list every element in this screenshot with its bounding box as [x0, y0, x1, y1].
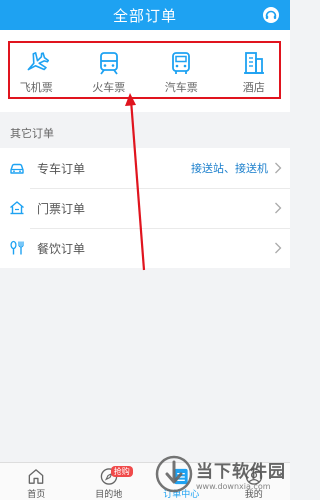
tab-destination[interactable]: 抢购 目的地: [73, 463, 146, 500]
tab-label: 首页: [27, 490, 46, 500]
downxia-logo-icon: [155, 455, 193, 493]
tab-home[interactable]: 首页: [0, 463, 73, 500]
site-watermark: 当下软件园 www.downxia.com: [154, 454, 286, 494]
home-icon: [28, 469, 44, 484]
watermark-url: www.downxia.com: [196, 482, 271, 491]
tab-label: 目的地: [95, 490, 123, 500]
annotation-arrow: [125, 93, 146, 271]
promo-badge: 抢购: [110, 466, 133, 477]
watermark-title: 当下软件园: [196, 462, 286, 482]
